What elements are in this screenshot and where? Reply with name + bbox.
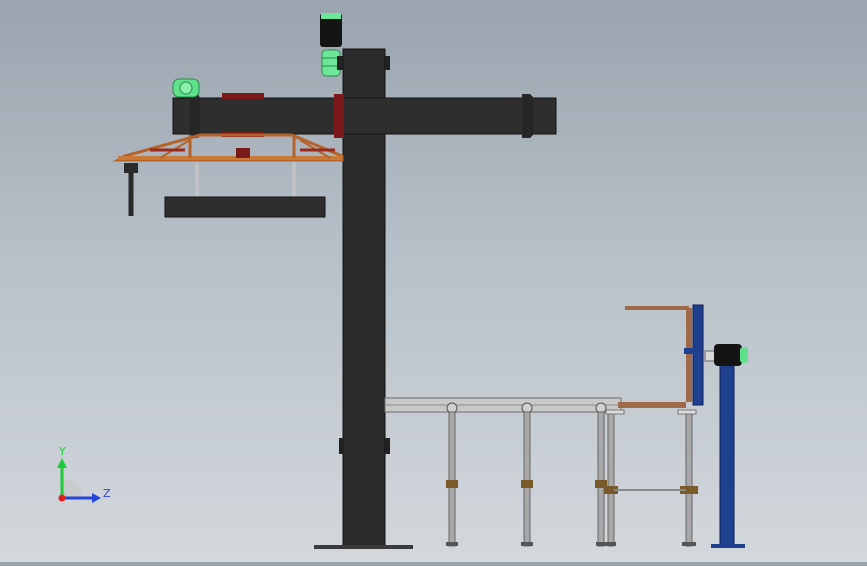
- conveyor-rail[interactable]: [384, 397, 686, 413]
- cad-viewport[interactable]: Y Z: [0, 0, 867, 562]
- trolley-top: [222, 93, 264, 99]
- coordinate-triad: Y Z: [57, 445, 111, 503]
- boom-body: [172, 97, 557, 135]
- blue-column: [719, 363, 735, 547]
- extension-rod: [618, 402, 686, 408]
- boom-travel-motor[interactable]: [172, 78, 200, 98]
- leg: [595, 402, 618, 547]
- z-axis-label: Z: [103, 487, 111, 500]
- leg: [446, 402, 458, 547]
- gripper-beam: [164, 196, 326, 218]
- assembly-drawing: Y Z: [57, 13, 748, 549]
- actuator-motor: [714, 344, 742, 366]
- blue-base: [711, 544, 745, 548]
- truss-frame[interactable]: [112, 133, 344, 162]
- hoist-block: [236, 148, 250, 158]
- vertical-link: [686, 308, 692, 402]
- gripper-assembly[interactable]: [124, 162, 326, 218]
- leg: [680, 409, 698, 547]
- triad-origin: [58, 494, 66, 502]
- y-axis-label: Y: [58, 445, 66, 458]
- leg: [521, 402, 533, 547]
- upper-arm: [625, 306, 689, 310]
- boom-flange: [334, 94, 344, 138]
- conveyor-legs[interactable]: [446, 402, 698, 547]
- column-base-plate: [314, 545, 413, 549]
- horizontal-boom[interactable]: [172, 93, 557, 138]
- blue-plate: [692, 304, 704, 406]
- motor-cap: [321, 13, 341, 19]
